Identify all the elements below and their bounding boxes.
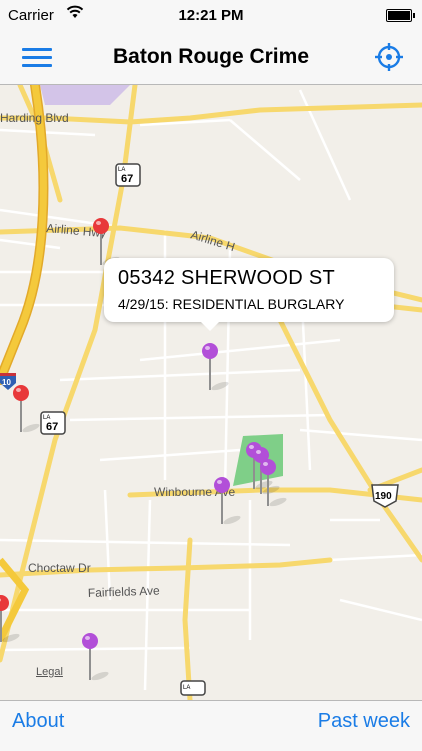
crime-map[interactable]: Harding Blvd Airline Hwy Airline H Winbo…	[0, 85, 422, 700]
legal-link[interactable]: Legal	[36, 666, 63, 678]
pin-needle	[221, 492, 223, 524]
callout-incident: 4/29/15: RESIDENTIAL BURGLARY	[118, 296, 345, 312]
crime-pin-selected[interactable]	[0, 595, 21, 645]
navigation-bar: Baton Rouge Crime	[0, 32, 422, 85]
crime-pin[interactable]	[81, 633, 110, 683]
pin-needle	[0, 610, 2, 642]
route-shield-la-67: LA 67	[115, 163, 141, 187]
pin-head	[82, 633, 98, 649]
time-range-button[interactable]: Past week	[318, 710, 410, 733]
battery-icon	[386, 9, 415, 22]
route-shield-la-67: LA 67	[40, 411, 66, 435]
shield-number: 67	[46, 421, 58, 433]
locate-button[interactable]	[374, 42, 404, 72]
pin-head	[93, 218, 109, 234]
about-button[interactable]: About	[12, 710, 64, 733]
road-label-choctaw: Choctaw Dr	[28, 561, 91, 575]
status-time: 12:21 PM	[178, 7, 244, 24]
callout-arrow	[200, 321, 220, 331]
pin-needle	[209, 358, 211, 390]
shield-number: 67	[121, 173, 133, 185]
crime-pin[interactable]	[259, 459, 288, 509]
shield-number: 190	[375, 491, 392, 502]
shield-state: LA	[183, 685, 190, 691]
status-bar: Carrier 12:21 PM	[0, 0, 422, 32]
pin-needle	[20, 400, 22, 432]
shield-number: 10	[2, 378, 11, 387]
crime-pin[interactable]	[201, 343, 230, 393]
route-shield-us-190: 190	[370, 483, 400, 509]
callout-address: 05342 SHERWOOD ST	[118, 267, 336, 289]
crime-callout[interactable]: 05342 SHERWOOD ST 4/29/15: RESIDENTIAL B…	[104, 258, 394, 331]
bottom-toolbar: About Past week	[0, 700, 422, 751]
locate-crosshair-icon	[375, 43, 403, 71]
pin-needle	[267, 474, 269, 506]
pin-head	[202, 343, 218, 359]
pin-head	[260, 459, 276, 475]
pin-head	[13, 385, 29, 401]
pin-needle	[100, 233, 102, 265]
pin-head	[214, 477, 230, 493]
crime-pin-selected[interactable]	[12, 385, 41, 435]
route-shield-la: LA	[180, 680, 206, 696]
road-label-fairfields: Fairfields Ave	[88, 583, 161, 600]
nav-title: Baton Rouge Crime	[112, 45, 309, 68]
crime-pin[interactable]	[213, 477, 242, 527]
pin-head	[0, 595, 9, 611]
battery-fill	[388, 11, 410, 20]
pin-needle	[89, 648, 91, 680]
road-label-harding: Harding Blvd	[0, 111, 69, 125]
